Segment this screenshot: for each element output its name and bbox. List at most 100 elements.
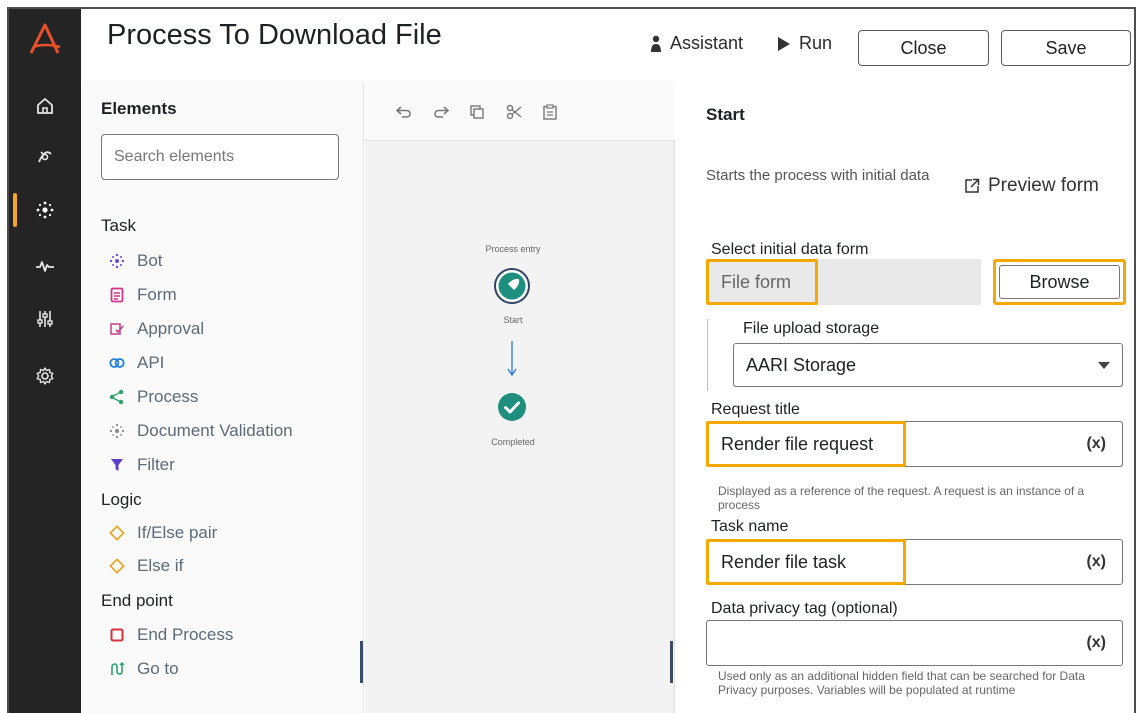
element-api[interactable]: API bbox=[109, 351, 164, 375]
automation-icon bbox=[36, 201, 54, 219]
file-upload-storage-label: File upload storage bbox=[743, 320, 880, 337]
group-label-end-point: End point bbox=[101, 591, 173, 610]
go-to-icon bbox=[109, 661, 125, 677]
left-nav bbox=[9, 9, 81, 713]
close-button[interactable]: Close bbox=[858, 30, 989, 66]
end-process-icon bbox=[109, 627, 125, 643]
bot-icon bbox=[109, 253, 125, 269]
admin-sliders-icon bbox=[37, 311, 53, 327]
element-label: If/Else pair bbox=[137, 523, 218, 542]
approval-icon bbox=[109, 321, 125, 337]
properties-panel: Start Starts the process with initial da… bbox=[676, 81, 1134, 713]
app-logo-icon bbox=[29, 23, 61, 54]
task-name-input[interactable]: Render file task (x) bbox=[706, 539, 1123, 585]
group-label-logic: Logic bbox=[101, 490, 142, 509]
nav-activity[interactable] bbox=[9, 249, 81, 283]
nav-bots[interactable] bbox=[9, 139, 81, 173]
file-upload-storage-select[interactable]: AARI Storage bbox=[733, 343, 1123, 387]
properties-title: Start bbox=[706, 105, 745, 124]
process-icon bbox=[109, 389, 125, 405]
external-link-icon bbox=[965, 178, 980, 193]
request-title-variable-button[interactable]: (x) bbox=[1086, 435, 1106, 453]
data-privacy-variable-button[interactable]: (x) bbox=[1086, 634, 1106, 652]
document-validation-icon bbox=[109, 423, 125, 439]
run-button[interactable]: Run bbox=[777, 33, 832, 54]
element-go-to[interactable]: Go to bbox=[109, 657, 179, 681]
flow-arrow-icon bbox=[507, 341, 517, 377]
storage-indent-rule bbox=[707, 319, 708, 391]
nav-home[interactable] bbox=[9, 89, 81, 123]
element-label: Else if bbox=[137, 556, 184, 575]
element-end-process[interactable]: End Process bbox=[109, 623, 233, 647]
element-approval[interactable]: Approval bbox=[109, 317, 204, 341]
elements-resize-handle[interactable] bbox=[360, 641, 363, 683]
api-icon bbox=[109, 355, 125, 371]
save-button[interactable]: Save bbox=[1001, 30, 1131, 66]
browse-label: Browse bbox=[999, 265, 1120, 299]
activity-icon bbox=[36, 261, 54, 272]
request-title-value: Render file request bbox=[706, 421, 906, 467]
copy-icon[interactable] bbox=[468, 103, 486, 121]
preview-form-link[interactable]: Preview form bbox=[964, 175, 1099, 197]
app-window: Process To Download File Assistant Run C… bbox=[7, 7, 1136, 713]
task-name-value: Render file task bbox=[706, 539, 906, 585]
element-process[interactable]: Process bbox=[109, 385, 198, 409]
group-label-task: Task bbox=[101, 216, 136, 235]
request-title-input[interactable]: Render file request (x) bbox=[706, 421, 1123, 467]
initial-data-form-label: Select initial data form bbox=[711, 241, 869, 258]
assistant-button[interactable]: Assistant bbox=[650, 33, 743, 54]
data-privacy-label: Data privacy tag (optional) bbox=[711, 600, 898, 617]
data-privacy-input[interactable]: (x) bbox=[706, 620, 1123, 666]
element-document-validation[interactable]: Document Validation bbox=[109, 419, 293, 443]
element-label: Approval bbox=[137, 319, 205, 338]
canvas-resize-handle[interactable] bbox=[670, 641, 673, 683]
if-else-diamond-icon bbox=[109, 525, 125, 541]
request-title-label: Request title bbox=[711, 401, 800, 418]
element-label: Bot bbox=[137, 251, 163, 270]
element-label: API bbox=[137, 353, 165, 372]
start-node-icon[interactable] bbox=[493, 267, 531, 305]
settings-gear-icon bbox=[36, 367, 54, 385]
request-title-help: Displayed as a reference of the request.… bbox=[718, 484, 1085, 512]
browse-button[interactable]: Browse bbox=[993, 259, 1126, 305]
form-icon bbox=[109, 287, 125, 303]
task-name-label: Task name bbox=[711, 518, 789, 535]
assistant-icon bbox=[651, 35, 661, 52]
redo-icon[interactable] bbox=[432, 103, 450, 121]
bot-agent-icon bbox=[38, 151, 52, 163]
properties-description: Starts the process with initial data bbox=[706, 167, 930, 184]
element-else-if[interactable]: Else if bbox=[109, 554, 183, 578]
task-name-variable-button[interactable]: (x) bbox=[1086, 553, 1106, 571]
completed-check-icon[interactable] bbox=[497, 392, 527, 422]
element-label: Document Validation bbox=[137, 421, 293, 440]
file-upload-storage-value: AARI Storage bbox=[746, 354, 857, 375]
nav-automation[interactable] bbox=[9, 193, 81, 227]
filter-icon bbox=[109, 457, 125, 473]
search-elements-input[interactable] bbox=[101, 134, 339, 180]
paste-icon[interactable] bbox=[541, 103, 559, 121]
play-icon bbox=[778, 36, 790, 51]
completed-node-label: Completed bbox=[491, 437, 535, 447]
element-label: Filter bbox=[137, 455, 175, 474]
home-icon bbox=[37, 97, 53, 114]
element-label: End Process bbox=[137, 625, 234, 644]
element-filter[interactable]: Filter bbox=[109, 453, 175, 477]
element-form[interactable]: Form bbox=[109, 283, 177, 307]
nav-settings[interactable] bbox=[9, 359, 81, 393]
start-node-label: Start bbox=[503, 315, 523, 325]
process-canvas[interactable]: Process entry Start Completed bbox=[365, 81, 675, 713]
assistant-label: Assistant bbox=[670, 33, 744, 53]
undo-icon[interactable] bbox=[395, 103, 413, 121]
else-if-diamond-icon bbox=[109, 558, 125, 574]
element-label: Form bbox=[137, 285, 177, 304]
page-title: Process To Download File bbox=[107, 19, 442, 51]
nav-admin[interactable] bbox=[9, 302, 81, 336]
run-label: Run bbox=[799, 33, 833, 53]
element-bot[interactable]: Bot bbox=[109, 249, 163, 273]
element-if-else-pair[interactable]: If/Else pair bbox=[109, 521, 217, 545]
cut-icon[interactable] bbox=[505, 103, 523, 121]
element-label: Process bbox=[137, 387, 199, 406]
initial-data-form-value: File form bbox=[706, 259, 818, 305]
chevron-down-icon bbox=[1098, 362, 1110, 369]
preview-form-label: Preview form bbox=[988, 175, 1099, 196]
